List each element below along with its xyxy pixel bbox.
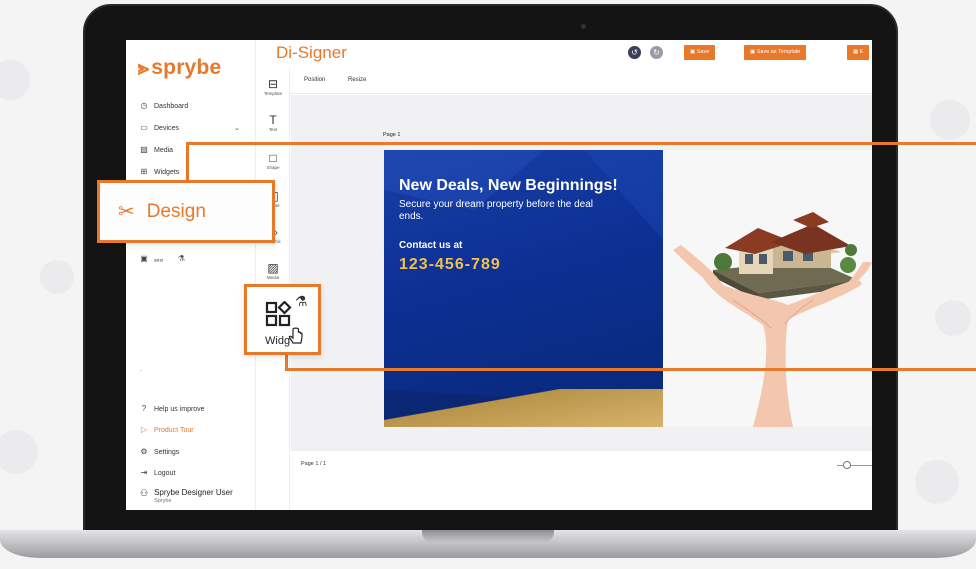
brand-name: sprybe — [151, 56, 222, 79]
sidebar-item-media[interactable]: ▨ Media — [140, 146, 173, 154]
save-label: Save — [696, 49, 710, 55]
app-screen: ⪢ sprybe ◷ Dashboard ▭ Devices ⌄ ▨ Media… — [126, 40, 872, 510]
callout-connector — [285, 368, 976, 371]
clock-icon: ◷ — [140, 101, 148, 110]
headline-text[interactable]: New Deals, New Beginnings! — [399, 177, 618, 195]
sidebar-item-label: Logout — [154, 469, 176, 477]
design-scissors-icon: ✂ — [118, 201, 135, 223]
sidebar-item-label: Settings — [154, 448, 180, 456]
contact-label[interactable]: Contact us at — [399, 240, 462, 251]
screen-icon: ▣ — [140, 254, 148, 263]
gear-icon: ⚙ — [140, 447, 148, 456]
redo-button[interactable]: ↻ — [650, 46, 663, 59]
sidebar-item-devices[interactable]: ▭ Devices — [140, 124, 179, 132]
tool-text[interactable]: T Text — [256, 114, 290, 132]
brand-logo[interactable]: ⪢ sprybe — [138, 56, 221, 80]
save-template-icon: ▣ — [750, 49, 756, 55]
save-template-label: Save as Template — [756, 49, 801, 55]
gold-accent-strip — [384, 389, 663, 427]
export-icon: ▦ — [853, 49, 859, 55]
page-navigation-bar: Page 1 / 1 — [291, 450, 872, 510]
chevron-down-icon[interactable]: ⌄ — [234, 124, 240, 132]
blue-background-panel[interactable]: New Deals, New Beginnings! Secure your d… — [384, 150, 663, 427]
widgets-icon: ⊞ — [140, 167, 148, 176]
save-as-template-button[interactable]: ▣ Save as Template — [744, 45, 807, 60]
page-label: Page 1 — [383, 132, 401, 138]
template-icon: ⊟ — [267, 77, 279, 91]
zoom-slider-handle[interactable] — [843, 461, 851, 469]
design-label: Design — [146, 200, 206, 222]
image-icon: ▨ — [140, 145, 148, 154]
subtext[interactable]: Secure your dream property before the de… — [399, 199, 619, 223]
undo-button[interactable]: ↺ — [628, 46, 641, 59]
sidebar: ⪢ sprybe ◷ Dashboard ▭ Devices ⌄ ▨ Media… — [126, 40, 256, 510]
save-icon: ▣ — [690, 49, 696, 55]
user-name: Sprybe Designer User — [154, 488, 233, 497]
sidebar-item-widgets[interactable]: ⊞ Widgets — [140, 167, 180, 176]
tool-shape[interactable]: □ Shape — [256, 152, 290, 170]
export-button[interactable]: ▦ E — [847, 45, 870, 60]
app-title: Di-Signer — [276, 43, 347, 62]
sidebar-item-label: Media — [154, 146, 174, 154]
sidebar-item-label: Help us improve — [154, 405, 205, 413]
design-artboard[interactable]: New Deals, New Beginnings! Secure your d… — [384, 150, 872, 427]
house-illustration — [673, 212, 872, 427]
user-icon: ⚇ — [140, 488, 149, 498]
sidebar-item-screen[interactable]: ▣ ₐ₆₆ᵢ ⚗ — [140, 255, 185, 263]
resize-tab[interactable]: Resize — [348, 77, 366, 83]
user-org: Sprybe — [154, 498, 172, 504]
page-counter: Page 1 / 1 — [301, 461, 327, 467]
tool-label: Text — [268, 127, 278, 132]
tool-media[interactable]: ▨ Media — [256, 262, 290, 280]
sidebar-item-label: Widgets — [154, 168, 180, 176]
shape-icon: □ — [269, 151, 277, 165]
media-icon: ▨ — [267, 261, 279, 275]
save-button[interactable]: ▣ Save — [684, 45, 716, 60]
sidebar-item-dashboard[interactable]: ◷ Dashboard — [140, 101, 189, 110]
sidebar-item-label: Dashboard — [154, 102, 189, 110]
callout-connector — [186, 142, 976, 145]
sidebar-item-label: ₐ₆₆ᵢ — [154, 255, 164, 263]
house-in-hands-image[interactable] — [663, 150, 872, 427]
pointer-hand-icon — [288, 327, 303, 344]
help-icon: ? — [141, 404, 147, 413]
camera-dot — [581, 24, 586, 29]
export-label: E — [859, 49, 864, 55]
logout-icon: ⇥ — [140, 468, 148, 477]
devices-icon: ▭ — [140, 123, 148, 132]
design-callout[interactable]: ✂ Design — [97, 180, 275, 243]
text-icon: T — [269, 113, 277, 127]
tool-label: Template — [263, 91, 283, 96]
sidebar-item-product-tour[interactable]: ▷ Product Tour — [140, 426, 194, 434]
tool-label: Shape — [266, 165, 280, 170]
position-tab[interactable]: Position — [304, 77, 325, 83]
sidebar-item-label: Product Tour — [154, 426, 194, 434]
laptop-notch — [422, 530, 554, 542]
callout-connector — [186, 142, 189, 182]
sidebar-item-settings[interactable]: ⚙ Settings — [140, 448, 179, 456]
sidebar-item-logout[interactable]: ⇥ Logout — [140, 468, 176, 477]
logo-mark-icon: ⪢ — [138, 57, 150, 79]
tool-label: Media — [266, 275, 280, 280]
flask-icon: ⚗ — [177, 254, 185, 263]
sidebar-item-label: Devices — [154, 124, 179, 132]
sidebar-item-help[interactable]: ? Help us improve — [140, 405, 205, 413]
app-header: Di-Signer ↺ ↻ ▣ Save ▣ Save as Template … — [256, 40, 872, 68]
tool-template[interactable]: ⊟ Template — [256, 78, 290, 96]
tour-icon: ▷ — [140, 425, 148, 434]
property-toolbar: Position Resize — [290, 68, 872, 94]
divider-mark: - — [140, 368, 143, 375]
phone-number[interactable]: 123-456-789 — [399, 256, 501, 274]
user-profile[interactable]: ⚇ Sprybe Designer User Sprybe — [140, 488, 233, 504]
flask-icon: ⚗ — [295, 293, 308, 309]
widget-callout[interactable]: ⚗ Widg — [244, 284, 321, 355]
